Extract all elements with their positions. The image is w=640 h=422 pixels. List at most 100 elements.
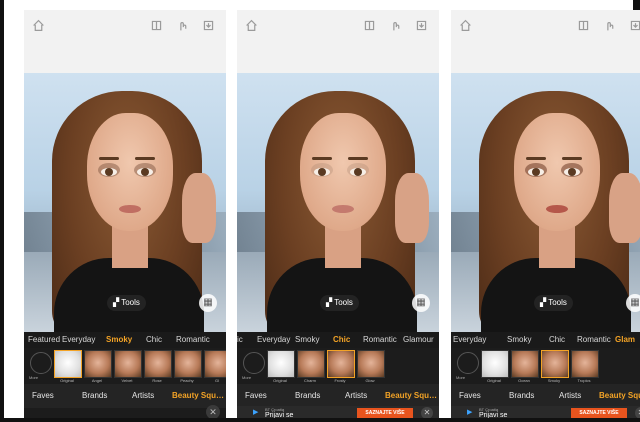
home-icon[interactable]	[459, 19, 472, 32]
category-bar: Everyday Smoky Chic Romantic Glam	[451, 332, 640, 348]
category-tab[interactable]: Chic	[549, 332, 565, 348]
more-label: More	[242, 375, 252, 380]
bottom-tab[interactable]: Beauty Squ…	[172, 384, 224, 408]
eyebrow	[99, 157, 119, 160]
ad-cta-button[interactable]: SAZNAJTE VIŠE	[357, 408, 413, 418]
bottom-tab[interactable]: Brands	[509, 384, 534, 408]
look-thumbnail[interactable]	[204, 350, 226, 378]
app-panel: ▞ Tools ▦ ic Everyday Smoky Chic Romantic Glamo…	[237, 10, 439, 418]
bottom-bar: ✕	[24, 405, 226, 418]
look-thumbnail[interactable]	[297, 350, 325, 378]
save-icon[interactable]	[202, 19, 215, 32]
close-icon[interactable]: ✕	[206, 405, 220, 418]
face	[514, 113, 600, 231]
save-icon[interactable]	[415, 19, 428, 32]
touch-icon[interactable]	[603, 19, 616, 32]
look-thumbnail[interactable]	[327, 350, 355, 378]
ad-cta-button[interactable]: SAZNAJTE VIŠE	[571, 408, 627, 418]
category-tab[interactable]: Smoky	[295, 332, 319, 348]
compare-toggle-icon[interactable]: ▦	[199, 294, 217, 312]
lips	[119, 205, 141, 213]
compare-toggle-icon[interactable]: ▦	[412, 294, 430, 312]
face-photo	[237, 73, 439, 332]
category-tab[interactable]: Romantic	[363, 332, 397, 348]
category-tab[interactable]: Smoky	[106, 332, 132, 348]
more-button[interactable]	[457, 352, 479, 374]
look-thumbnail[interactable]	[571, 350, 599, 378]
more-label: More	[29, 375, 39, 380]
touch-icon[interactable]	[176, 19, 189, 32]
look-thumbnail[interactable]	[144, 350, 172, 378]
app-panel: ▞ Tools ▦ Everyday Smoky Chic Romantic Glam Mor…	[451, 10, 640, 418]
bottom-tab[interactable]: Brands	[295, 384, 320, 408]
eye	[528, 168, 544, 176]
bottom-tab[interactable]: Faves	[32, 384, 54, 408]
look-thumbnail[interactable]	[481, 350, 509, 378]
more-button[interactable]	[243, 352, 265, 374]
bottom-tab[interactable]: Artists	[559, 384, 581, 408]
ad-close-icon[interactable]: ✕	[421, 407, 433, 418]
tools-icon: ▞	[326, 298, 335, 307]
category-tab[interactable]: Smoky	[507, 332, 531, 348]
save-icon[interactable]	[629, 19, 640, 32]
hand	[609, 173, 640, 243]
bottom-tab[interactable]: Beauty Squ…	[599, 384, 640, 408]
eye	[314, 168, 330, 176]
look-thumbnail[interactable]	[511, 350, 539, 378]
look-thumbnail[interactable]	[174, 350, 202, 378]
category-tab[interactable]: Romantic	[577, 332, 611, 348]
hand	[395, 173, 429, 243]
compare-icon[interactable]	[577, 19, 590, 32]
home-icon[interactable]	[32, 19, 45, 32]
bottom-tab[interactable]: Faves	[459, 384, 481, 408]
look-thumbnail[interactable]	[114, 350, 142, 378]
bottom-tab[interactable]: Artists	[345, 384, 367, 408]
category-tab[interactable]: Chic	[333, 332, 350, 348]
tools-icon: ▞	[540, 298, 549, 307]
look-thumbnails: More Original Ocean Smoky Tropics	[451, 348, 640, 384]
look-thumbnail[interactable]	[541, 350, 569, 378]
category-tab[interactable]: Everyday	[453, 332, 486, 348]
look-label: Original	[273, 378, 287, 383]
category-tab[interactable]: Everyday	[257, 332, 290, 348]
tools-button[interactable]: ▞ Tools	[107, 295, 146, 311]
category-tab[interactable]: ic	[237, 332, 243, 348]
look-thumbnail[interactable]	[84, 350, 112, 378]
compare-icon[interactable]	[150, 19, 163, 32]
bottom-tab[interactable]: Artists	[132, 384, 154, 408]
category-tab[interactable]: Glamour	[403, 332, 434, 348]
compare-toggle-icon[interactable]: ▦	[626, 294, 640, 312]
bottom-tab[interactable]: Beauty Squ…	[385, 384, 437, 408]
bottom-tab[interactable]: Faves	[245, 384, 267, 408]
lips	[546, 205, 568, 213]
bottom-tab[interactable]: Brands	[82, 384, 107, 408]
look-thumbnail[interactable]	[267, 350, 295, 378]
tools-label: Tools	[334, 298, 353, 307]
category-bar: ic Everyday Smoky Chic Romantic Glamour	[237, 332, 439, 348]
home-icon[interactable]	[245, 19, 258, 32]
top-bar	[237, 10, 439, 73]
look-thumbnail[interactable]	[357, 350, 385, 378]
tools-button[interactable]: ▞ Tools	[534, 295, 573, 311]
eye	[350, 168, 366, 176]
bottom-tabs: Faves Brands Artists Beauty Squ…	[451, 384, 640, 408]
compare-icon[interactable]	[363, 19, 376, 32]
look-label: Ocean	[518, 378, 530, 383]
look-label: Gl	[215, 378, 219, 383]
frame-bottom	[0, 418, 640, 422]
ad-close-icon[interactable]: ✕	[635, 407, 640, 418]
lips	[332, 205, 354, 213]
touch-icon[interactable]	[389, 19, 402, 32]
frame-left	[0, 0, 4, 422]
category-tab[interactable]: Everyday	[62, 332, 95, 348]
tools-button[interactable]: ▞ Tools	[320, 295, 359, 311]
more-button[interactable]	[30, 352, 52, 374]
look-label: Angel	[91, 378, 103, 383]
category-tab[interactable]: Featured	[28, 332, 60, 348]
look-label: Peachy	[180, 378, 194, 383]
category-tab[interactable]: Glam	[615, 332, 635, 348]
category-tab[interactable]: Chic	[146, 332, 162, 348]
look-label: Original	[487, 378, 501, 383]
look-thumbnail[interactable]	[54, 350, 82, 378]
category-tab[interactable]: Romantic	[176, 332, 210, 348]
